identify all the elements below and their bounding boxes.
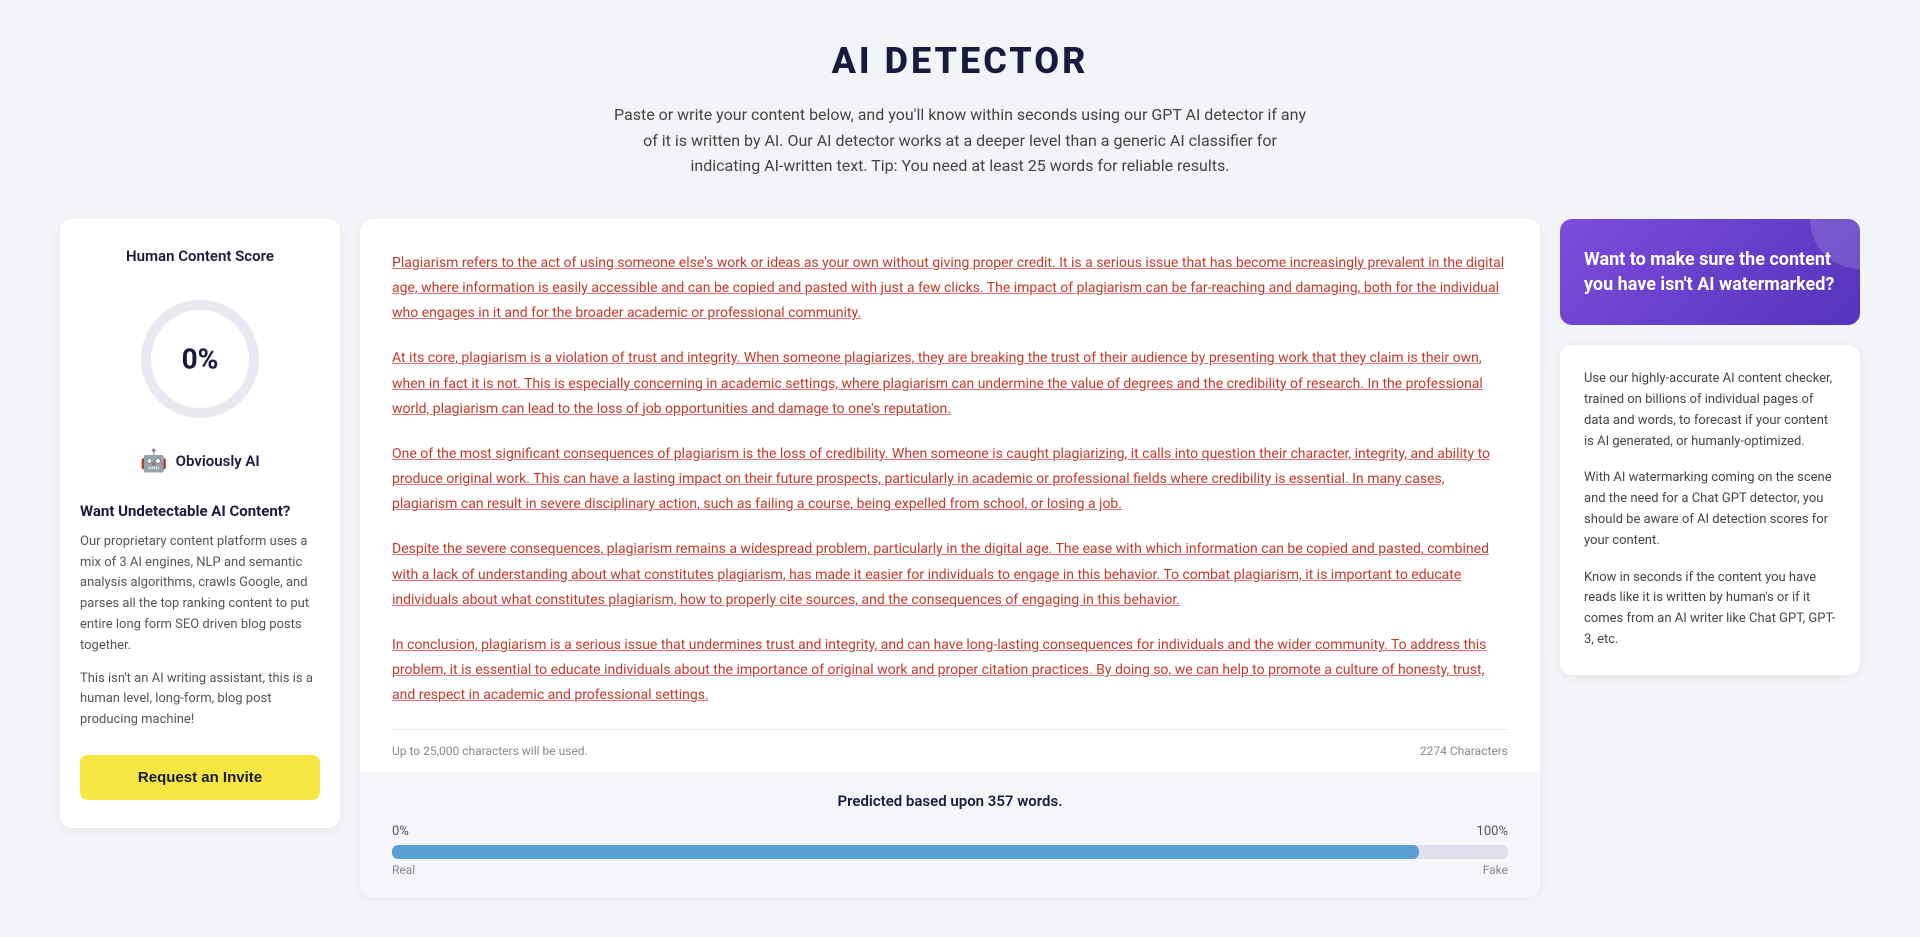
info-line-1: Use our highly-accurate AI content check… xyxy=(1584,369,1836,452)
want-undetectable-title: Want Undetectable AI Content? xyxy=(80,502,320,520)
score-title: Human Content Score xyxy=(80,247,320,265)
bar-fake-label: Fake xyxy=(1483,863,1508,877)
bottom-bar-left: Up to 25,000 characters will be used. xyxy=(392,744,588,758)
purple-card-title: Want to make sure the content you have i… xyxy=(1584,247,1836,297)
bar-real-label: Real xyxy=(392,863,415,877)
prediction-section: Predicted based upon 357 words. 0% 100% … xyxy=(360,772,1540,897)
main-layout: Human Content Score 0% 🤖 Obviously AI Wa… xyxy=(60,219,1860,897)
prediction-title: Predicted based upon 357 words. xyxy=(392,792,1508,810)
character-count: 2274 Characters xyxy=(1420,744,1508,758)
page-header: AI DETECTOR Paste or write your content … xyxy=(60,40,1860,179)
paragraph-5: In conclusion, plagiarism is a serious i… xyxy=(392,633,1508,709)
right-panel: Want to make sure the content you have i… xyxy=(1560,219,1860,675)
progress-bar-wrapper xyxy=(392,845,1508,859)
progress-bar-fill xyxy=(392,845,1419,859)
underline-text-5: In conclusion, plagiarism is a serious i… xyxy=(392,637,1486,703)
info-card: Use our highly-accurate AI content check… xyxy=(1560,345,1860,675)
info-line-3: Know in seconds if the content you have … xyxy=(1584,568,1836,651)
left-panel: Human Content Score 0% 🤖 Obviously AI Wa… xyxy=(60,219,340,828)
bar-label-100: 100% xyxy=(1477,824,1508,839)
underline-text-2: At its core, plagiarism is a violation o… xyxy=(392,350,1483,416)
underline-text-3: One of the most significant consequences… xyxy=(392,446,1490,512)
request-invite-button[interactable]: Request an Invite xyxy=(80,755,320,800)
paragraph-4: Despite the severe consequences, plagiar… xyxy=(392,537,1508,613)
purple-card: Want to make sure the content you have i… xyxy=(1560,219,1860,325)
center-panel: Plagiarism refers to the act of using so… xyxy=(360,219,1540,897)
text-content: Plagiarism refers to the act of using so… xyxy=(392,251,1508,709)
paragraph-3: One of the most significant consequences… xyxy=(392,442,1508,518)
left-description-2: This isn't an AI writing assistant, this… xyxy=(80,669,320,731)
info-line-2: With AI watermarking coming on the scene… xyxy=(1584,468,1836,551)
underline-text: Plagiarism refers to the act of using so… xyxy=(392,255,1504,321)
page-description: Paste or write your content below, and y… xyxy=(610,102,1310,179)
paragraph-2: At its core, plagiarism is a violation o… xyxy=(392,346,1508,422)
underline-text-4: Despite the severe consequences, plagiar… xyxy=(392,541,1489,607)
left-description-1: Our proprietary content platform uses a … xyxy=(80,532,320,657)
bar-labels: 0% 100% xyxy=(392,824,1508,839)
bar-label-0: 0% xyxy=(392,824,409,839)
bottom-bar: Up to 25,000 characters will be used. 22… xyxy=(392,729,1508,772)
robot-icon: 🤖 xyxy=(140,449,167,474)
score-circle: 0% xyxy=(130,289,270,429)
page-title: AI DETECTOR xyxy=(60,40,1860,82)
score-circle-wrapper: 0% xyxy=(80,289,320,429)
bar-percentage-labels: Real Fake xyxy=(392,863,1508,877)
score-label: 🤖 Obviously AI xyxy=(80,449,320,474)
paragraph-1: Plagiarism refers to the act of using so… xyxy=(392,251,1508,327)
score-value: 0% xyxy=(182,342,219,375)
score-label-text: Obviously AI xyxy=(176,452,260,470)
